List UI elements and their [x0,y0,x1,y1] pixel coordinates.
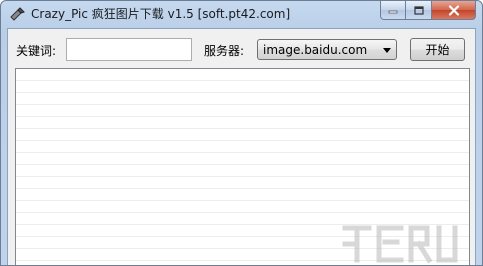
app-window: Crazy_Pic 疯狂图片下载 v1.5 [soft.pt42.com] 关键… [0,0,483,266]
keyword-label: 关键词: [16,44,57,58]
window-title: Crazy_Pic 疯狂图片下载 v1.5 [soft.pt42.com] [31,7,291,21]
client-area: 关键词: 服务器: image.baidu.com 开始 [7,28,476,265]
chevron-down-icon [383,48,391,53]
maximize-button[interactable] [406,1,432,20]
tool-icon [9,7,25,21]
results-list[interactable] [15,68,470,265]
title-bar[interactable]: Crazy_Pic 疯狂图片下载 v1.5 [soft.pt42.com] [1,1,482,27]
maximize-icon [413,5,424,15]
server-select[interactable]: image.baidu.com [257,39,397,60]
server-label: 服务器: [204,44,245,58]
caption-buttons [380,1,476,20]
close-button[interactable] [432,1,476,20]
keyword-input[interactable] [66,38,192,61]
minimize-button[interactable] [380,1,406,20]
start-button[interactable]: 开始 [410,38,465,61]
close-icon [448,4,459,16]
server-select-value: image.baidu.com [263,43,368,57]
minimize-icon [388,10,398,14]
watermark-logo [342,225,458,264]
